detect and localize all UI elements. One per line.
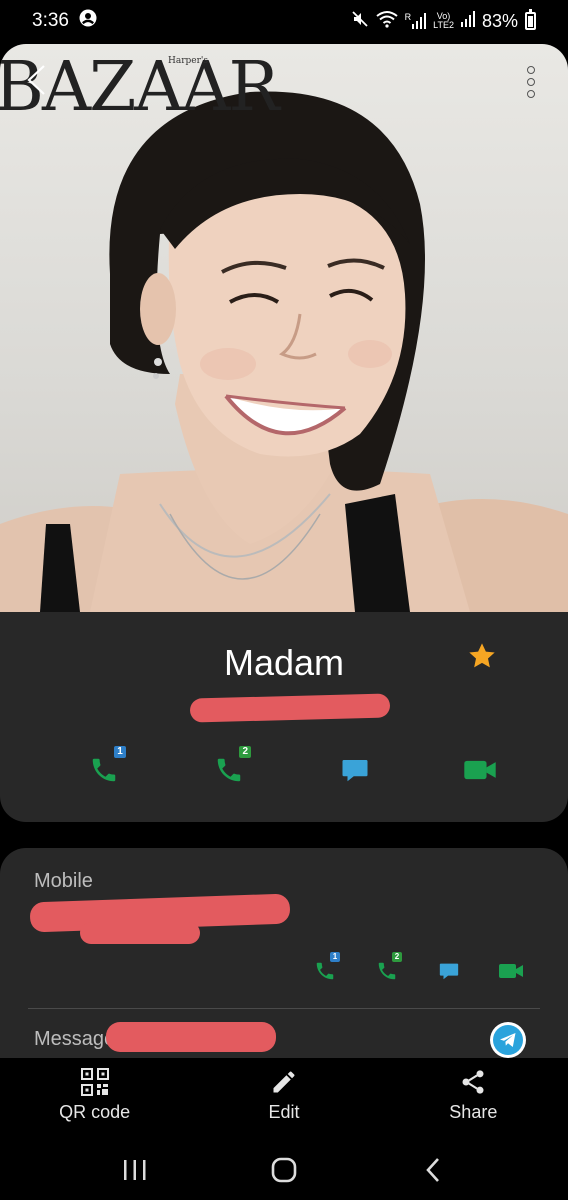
- wifi-icon: [376, 10, 398, 33]
- quick-actions-row: 1 2: [82, 746, 502, 792]
- mute-icon: [351, 10, 369, 33]
- favorite-star-icon[interactable]: [466, 640, 498, 672]
- volte-label: Vo) LTE2: [433, 12, 454, 30]
- volte-line2: LTE2: [433, 20, 454, 30]
- share-button[interactable]: Share: [379, 1058, 568, 1140]
- message-icon: [439, 963, 459, 980]
- mobile-label: Mobile: [34, 870, 93, 892]
- more-options-button[interactable]: [522, 66, 540, 98]
- system-navigation-bar: [0, 1140, 568, 1200]
- edit-label: Edit: [268, 1102, 300, 1122]
- contact-details-card: Mobile 1 2 Message: [0, 848, 568, 1058]
- redacted-mobile-number-extra: [80, 922, 200, 944]
- magazine-masthead-small: Harper's: [168, 56, 208, 66]
- contact-photo[interactable]: BAZAAR Harper's: [0, 44, 568, 612]
- signal-icon-sim2: [460, 10, 475, 32]
- more-dot: [527, 78, 535, 86]
- pencil-icon: [273, 1071, 295, 1093]
- bottom-toolbar: QR code Edit Share: [0, 1058, 568, 1140]
- portrait-illustration: [0, 91, 568, 612]
- sim2-badge: 2: [392, 952, 402, 962]
- edit-button[interactable]: Edit: [189, 1058, 378, 1140]
- more-dot: [527, 90, 535, 98]
- share-label: Share: [449, 1102, 498, 1122]
- battery-icon: [525, 9, 536, 30]
- phone-icon: [218, 758, 241, 782]
- contact-header-card: Madam 1 2: [0, 612, 568, 822]
- home-button[interactable]: [259, 1150, 309, 1190]
- message-icon: [342, 760, 368, 782]
- message-button[interactable]: [333, 748, 377, 792]
- qr-code-button[interactable]: QR code: [0, 1058, 189, 1140]
- divider: [28, 1008, 540, 1009]
- messenger-label: Message: [34, 1028, 116, 1050]
- back-button[interactable]: [26, 64, 56, 100]
- mobile-actions-row: 1 2: [310, 952, 526, 986]
- call-sim1-button[interactable]: 1: [82, 746, 126, 792]
- qr-code-icon: [80, 1068, 109, 1096]
- home-icon: [271, 1157, 297, 1183]
- redacted-messenger-handle[interactable]: [106, 1022, 276, 1052]
- redacted-phone-number: [189, 693, 391, 723]
- qr-code-label: QR code: [59, 1102, 131, 1122]
- recent-apps-button[interactable]: [110, 1150, 160, 1190]
- video-call-small-button[interactable]: [496, 956, 526, 986]
- sim1-badge: 1: [330, 952, 340, 962]
- call-sim2-button[interactable]: 2: [207, 746, 252, 792]
- video-icon: [464, 760, 496, 780]
- message-small-button[interactable]: [434, 956, 464, 986]
- call-sim1-small-button[interactable]: 1: [310, 952, 340, 986]
- telegram-button[interactable]: [490, 1022, 526, 1058]
- telegram-icon: [493, 1025, 523, 1055]
- video-call-button[interactable]: [458, 748, 502, 792]
- phone-icon: [378, 962, 396, 980]
- share-icon: [462, 1070, 484, 1094]
- account-icon: [79, 9, 97, 33]
- back-nav-button[interactable]: [408, 1150, 458, 1190]
- back-icon: [426, 1158, 440, 1182]
- chevron-left-icon: [27, 65, 45, 95]
- status-bar: 3:36 R Vo) LTE2 83%: [0, 0, 568, 42]
- phone-icon: [316, 962, 334, 980]
- battery-percent: 83%: [481, 10, 518, 31]
- sim1-badge: 1: [114, 746, 126, 758]
- sim2-badge: 2: [239, 746, 252, 758]
- more-dot: [527, 66, 535, 74]
- signal-icon-sim1: R: [405, 13, 427, 29]
- status-time: 3:36: [32, 10, 69, 31]
- phone-icon: [92, 758, 116, 782]
- roaming-label: R: [404, 12, 412, 22]
- video-icon: [499, 964, 523, 978]
- recent-apps-icon: [123, 1160, 146, 1180]
- call-sim2-small-button[interactable]: 2: [372, 952, 402, 986]
